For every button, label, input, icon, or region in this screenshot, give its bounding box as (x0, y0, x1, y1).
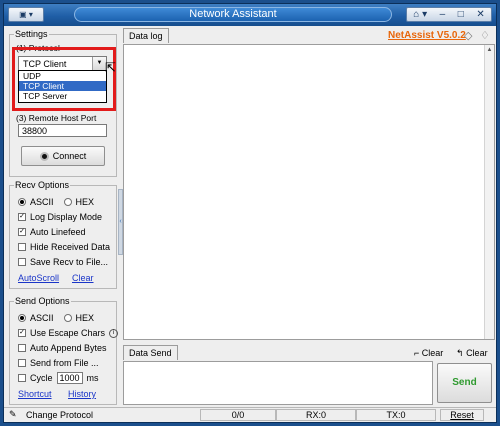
recv-clear-link[interactable]: Clear (72, 273, 94, 283)
window-title: Network Assistant (74, 7, 392, 22)
broom-icon: ⌐ (414, 348, 420, 358)
remote-port-label: (3) Remote Host Port (16, 113, 97, 123)
recv-ascii-radio[interactable] (18, 198, 26, 206)
history-link[interactable]: History (68, 389, 96, 399)
save-recv-row: Save Recv to File... (18, 257, 108, 267)
pin-icon[interactable]: ⌂ ▾ (413, 9, 427, 20)
app-window: ▣ ▾ Network Assistant ⌂ ▾ – □ ✕ Settings… (3, 3, 497, 423)
cycle-row: Cycle 1000 ms (18, 372, 99, 384)
recv-encoding-row: ASCII HEX (18, 197, 94, 207)
escape-chars-checkbox[interactable]: ✓ (18, 329, 26, 337)
status-bar: ✎ Change Protocol 0/0 RX:0 TX:0 Reset (4, 407, 496, 422)
status-rx: RX:0 (276, 409, 356, 421)
send-hex-radio[interactable] (63, 314, 72, 322)
escape-chars-label: Use Escape Chars (30, 328, 106, 338)
cycle-unit-label: ms (86, 373, 99, 383)
auto-append-row: Auto Append Bytes (18, 343, 107, 353)
send-hex-label: HEX (75, 313, 95, 323)
auto-linefeed-checkbox[interactable]: ✓ (18, 228, 26, 236)
auto-append-label: Auto Append Bytes (30, 343, 107, 353)
recv-options-legend: Recv Options (14, 180, 71, 190)
escape-chars-row: ✓ Use Escape Chars i (18, 328, 119, 338)
highlight-box (12, 47, 116, 111)
log-display-row: ✓ Log Display Mode (18, 212, 102, 222)
clear-right-label: Clear (466, 348, 488, 358)
send-ascii-label: ASCII (30, 313, 54, 323)
send-encoding-row: ASCII HEX (18, 313, 94, 323)
cycle-interval-input[interactable]: 1000 (56, 372, 83, 384)
tab-data-log[interactable]: Data log (123, 28, 169, 43)
recv-hex-label: HEX (75, 197, 95, 207)
maximize-icon[interactable]: □ (458, 9, 464, 20)
settings-legend: Settings (14, 29, 49, 39)
bell-icon[interactable]: ♢ (480, 29, 490, 42)
system-menu-button[interactable]: ▣ ▾ (8, 7, 44, 22)
send-from-file-label: Send from File ... (30, 358, 99, 368)
clear-left-label: Clear (421, 348, 444, 358)
send-options-legend: Send Options (14, 296, 71, 306)
save-recv-label: Save Recv to File... (30, 257, 109, 267)
diamond-icon[interactable]: ◇ (464, 29, 472, 42)
undo-icon: ↰ (456, 348, 464, 358)
title-bar: ▣ ▾ Network Assistant ⌂ ▾ – □ ✕ (4, 4, 496, 26)
recv-ascii-label: ASCII (30, 197, 54, 207)
data-log-area[interactable]: ▲ (123, 44, 495, 340)
send-from-file-checkbox[interactable] (18, 359, 26, 367)
info-icon[interactable]: i (109, 328, 119, 338)
hide-received-row: Hide Received Data (18, 242, 110, 252)
save-recv-checkbox[interactable] (18, 258, 26, 266)
connect-status-icon (39, 152, 49, 162)
hide-received-checkbox[interactable] (18, 243, 26, 251)
cycle-label: Cycle (30, 373, 53, 383)
clear-left-control[interactable]: ⌐ Clear (414, 348, 443, 358)
autoscroll-link[interactable]: AutoScroll (18, 273, 59, 283)
window-controls: ⌂ ▾ – □ ✕ (406, 7, 492, 22)
cycle-checkbox[interactable] (18, 374, 26, 382)
send-ascii-radio[interactable] (18, 314, 26, 322)
tab-data-send[interactable]: Data Send (123, 345, 178, 360)
connect-button[interactable]: Connect (21, 146, 105, 166)
send-button[interactable]: Send (437, 363, 492, 403)
hide-received-label: Hide Received Data (30, 242, 111, 252)
send-from-file-row: Send from File ... (18, 358, 99, 368)
connect-label: Connect (52, 151, 87, 161)
status-hint: Change Protocol (26, 410, 94, 420)
recv-hex-radio[interactable] (63, 198, 72, 206)
log-display-checkbox[interactable]: ✓ (18, 213, 26, 221)
version-link[interactable]: NetAssist V5.0.2 (388, 30, 466, 41)
wrench-icon: ✎ (9, 409, 17, 419)
minimize-icon[interactable]: – (440, 9, 446, 20)
auto-append-checkbox[interactable] (18, 344, 26, 352)
auto-linefeed-row: ✓ Auto Linefeed (18, 227, 86, 237)
status-count: 0/0 (200, 409, 276, 421)
status-tx: TX:0 (356, 409, 436, 421)
mouse-cursor-icon: ⇱ (105, 60, 116, 75)
reset-button[interactable]: Reset (440, 409, 484, 421)
shortcut-link[interactable]: Shortcut (18, 389, 52, 399)
auto-linefeed-label: Auto Linefeed (30, 227, 86, 237)
data-send-input[interactable] (123, 361, 433, 405)
scroll-up-icon[interactable]: ▲ (485, 45, 494, 55)
data-log-scrollbar[interactable]: ▲ (484, 45, 494, 339)
clear-right-control[interactable]: ↰ Clear (456, 348, 488, 359)
log-display-label: Log Display Mode (30, 212, 103, 222)
close-icon[interactable]: ✕ (476, 9, 484, 20)
remote-port-input[interactable]: 38800 (18, 124, 107, 137)
